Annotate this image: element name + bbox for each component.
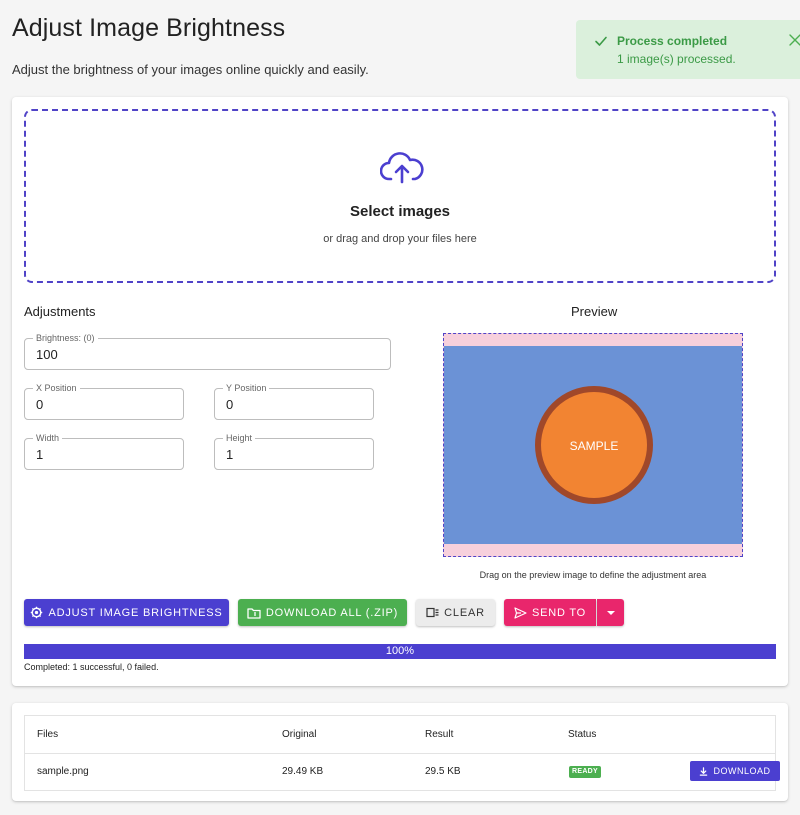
original-size: 29.49 KB: [282, 766, 324, 777]
clear-label: Clear: [444, 606, 485, 619]
dropzone-hint: or drag and drop your files here: [323, 233, 477, 245]
preview-heading: Preview: [571, 304, 618, 319]
width-label: Width: [33, 432, 63, 444]
height-label: Height: [223, 432, 256, 444]
width-value: 1: [36, 447, 44, 462]
toast-title: Process completed: [617, 34, 728, 48]
brightness-field[interactable]: Brightness: (0) 100: [24, 332, 391, 370]
column-original: Original: [282, 729, 317, 740]
status-badge: READY: [569, 766, 602, 778]
adjust-brightness-button[interactable]: Adjust Image Brightness: [24, 599, 229, 626]
progress-bar: 100%: [24, 644, 776, 659]
clear-all-icon: [426, 607, 439, 618]
dropzone-title: Select images: [349, 203, 451, 220]
sample-circle: SAMPLE: [535, 386, 653, 504]
brightness-value: 100: [36, 347, 58, 362]
download-icon: [700, 766, 708, 776]
download-all-button[interactable]: Download All (.ZIP): [238, 599, 407, 626]
height-value: 1: [226, 447, 234, 462]
clear-button[interactable]: Clear: [416, 599, 495, 626]
success-toast: Process completed 1 image(s) processed.: [576, 20, 800, 79]
adjustments-heading: Adjustments: [24, 304, 96, 319]
send-to-button[interactable]: Send To: [504, 599, 596, 626]
column-result: Result: [425, 729, 454, 740]
file-name: sample.png: [37, 766, 89, 777]
preview-image: SAMPLE: [444, 346, 742, 544]
preview-hint: Drag on the preview image to define the …: [479, 570, 707, 580]
files-card: Files Original Result Status sample.png …: [12, 703, 788, 801]
y-position-label: Y Position: [223, 382, 270, 394]
brightness-label: Brightness: (0): [33, 332, 98, 344]
x-position-value: 0: [36, 397, 44, 412]
column-status: Status: [568, 729, 597, 740]
send-to-label: Send To: [531, 606, 587, 619]
x-position-field[interactable]: X Position 0: [24, 382, 184, 420]
height-field[interactable]: Height 1: [214, 432, 374, 470]
download-all-label: Download All (.ZIP): [265, 606, 399, 619]
files-table: Files Original Result Status sample.png …: [24, 715, 780, 791]
page-subtitle: Adjust the brightness of your images onl…: [12, 62, 369, 77]
toast-message: 1 image(s) processed.: [617, 52, 736, 66]
preview-canvas[interactable]: SAMPLE: [443, 333, 743, 557]
result-size: 29.5 KB: [425, 766, 461, 777]
send-to-menu-button[interactable]: [597, 599, 624, 626]
settings-icon: [31, 606, 43, 619]
close-icon[interactable]: [788, 33, 800, 47]
download-file-button[interactable]: Download: [690, 761, 780, 781]
adjust-brightness-label: Adjust Image Brightness: [48, 606, 223, 619]
header-divider: [25, 753, 775, 754]
folder-zip-icon: [247, 607, 261, 619]
file-dropzone[interactable]: Select images or drag and drop your file…: [24, 109, 776, 283]
column-files: Files: [37, 729, 59, 740]
main-card: Select images or drag and drop your file…: [12, 97, 788, 686]
download-file-label: Download: [713, 766, 771, 776]
y-position-field[interactable]: Y Position 0: [214, 382, 374, 420]
cloud-upload-icon: [380, 152, 424, 184]
check-icon: [595, 36, 607, 46]
page-title: Adjust Image Brightness: [12, 14, 286, 42]
progress-status: Completed: 1 successful, 0 failed.: [24, 662, 159, 672]
caret-down-icon: [606, 610, 615, 615]
sample-text: SAMPLE: [569, 439, 619, 453]
width-field[interactable]: Width 1: [24, 432, 184, 470]
progress-percent: 100%: [385, 645, 415, 657]
send-icon: [514, 606, 527, 619]
x-position-label: X Position: [33, 382, 80, 394]
y-position-value: 0: [226, 397, 234, 412]
